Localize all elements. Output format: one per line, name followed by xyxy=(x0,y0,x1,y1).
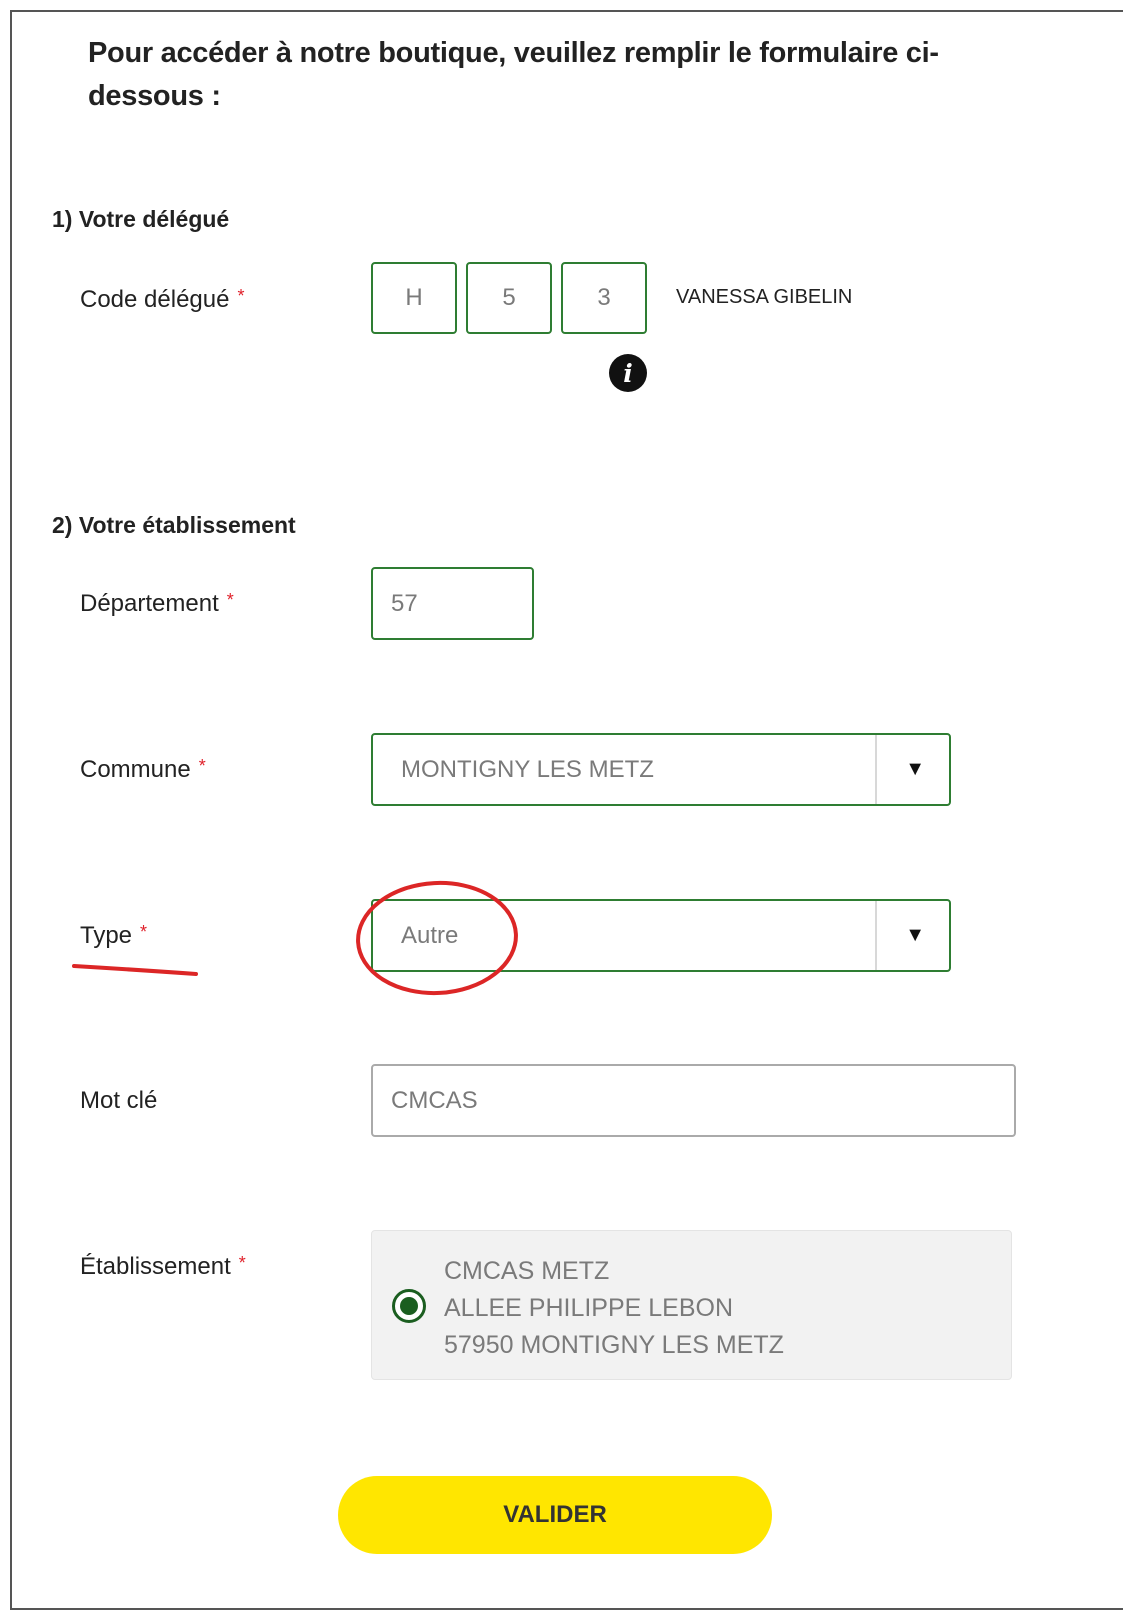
required-mark: * xyxy=(198,756,206,776)
commune-select[interactable]: MONTIGNY LES METZ ▼ xyxy=(371,733,951,806)
delegate-name: VANESSA GIBELIN xyxy=(676,286,853,308)
type-value: Autre xyxy=(401,921,459,949)
etablissement-line-1: CMCAS METZ xyxy=(444,1257,610,1285)
type-select[interactable]: Autre ▼ xyxy=(371,899,951,972)
code-delegate-char-1[interactable]: H xyxy=(371,262,457,334)
departement-label: Département * xyxy=(80,590,234,618)
validate-button[interactable]: VALIDER xyxy=(338,1476,772,1554)
etablissement-label: Établissement * xyxy=(80,1253,246,1281)
type-label-text: Type xyxy=(80,922,133,949)
code-char-value: 5 xyxy=(502,284,516,311)
etablissement-address: CMCAS METZ ALLEE PHILIPPE LEBON 57950 MO… xyxy=(444,1253,784,1364)
departement-input[interactable]: 57 xyxy=(371,567,534,640)
commune-label: Commune * xyxy=(80,756,206,784)
code-delegate-label: Code délégué * xyxy=(80,286,244,314)
departement-value: 57 xyxy=(391,589,418,617)
etablissement-option[interactable]: CMCAS METZ ALLEE PHILIPPE LEBON 57950 MO… xyxy=(371,1230,1012,1380)
required-mark: * xyxy=(238,1253,246,1273)
code-char-value: H xyxy=(405,284,423,311)
chevron-down-icon[interactable]: ▼ xyxy=(905,901,925,970)
chevron-down-icon[interactable]: ▼ xyxy=(905,735,925,804)
section-title-establishment: 2) Votre établissement xyxy=(52,512,296,538)
etablissement-line-3: 57950 MONTIGNY LES METZ xyxy=(444,1331,784,1359)
mot-cle-label-text: Mot clé xyxy=(80,1087,158,1114)
mot-cle-label: Mot clé xyxy=(80,1087,157,1115)
radio-dot xyxy=(400,1297,418,1315)
etablissement-label-text: Établissement xyxy=(80,1253,231,1280)
code-delegate-char-3[interactable]: 3 xyxy=(561,262,647,334)
intro-text: Pour accéder à notre boutique, veuillez … xyxy=(88,37,939,112)
code-char-value: 3 xyxy=(597,284,611,311)
required-mark: * xyxy=(237,286,245,306)
select-divider xyxy=(875,735,877,804)
mot-cle-value: CMCAS xyxy=(391,1086,478,1114)
type-label: Type * xyxy=(80,922,147,950)
code-delegate-char-2[interactable]: 5 xyxy=(466,262,552,334)
mot-cle-input[interactable]: CMCAS xyxy=(371,1064,1016,1137)
required-mark: * xyxy=(140,922,148,942)
required-mark: * xyxy=(226,590,234,610)
etablissement-line-2: ALLEE PHILIPPE LEBON xyxy=(444,1294,734,1322)
radio-selected-icon[interactable] xyxy=(392,1289,426,1323)
departement-label-text: Département xyxy=(80,590,219,617)
commune-label-text: Commune xyxy=(80,756,191,783)
code-delegate-label-text: Code délégué xyxy=(80,286,230,313)
select-divider xyxy=(875,901,877,970)
info-icon[interactable]: i xyxy=(609,354,647,392)
section-title-delegate: 1) Votre délégué xyxy=(52,206,230,232)
commune-value: MONTIGNY LES METZ xyxy=(401,755,654,783)
